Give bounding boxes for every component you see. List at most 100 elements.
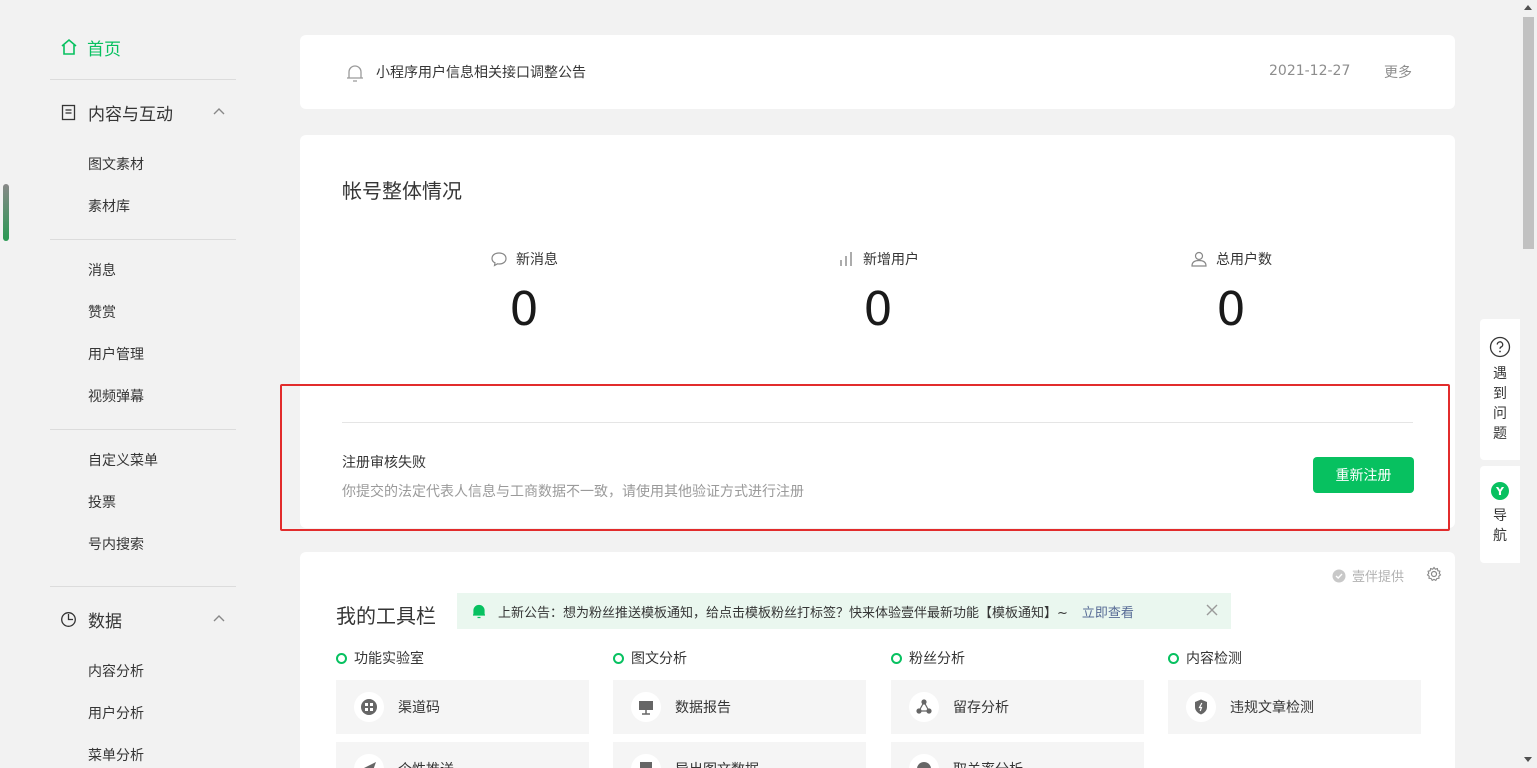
home-icon [61,38,77,55]
sidebar: 首页 内容与互动 图文素材 素材库 消息 赞赏 用户管理 视频弹幕 自定义菜单 … [0,0,250,768]
sidebar-scroll-indicator[interactable] [3,184,9,241]
stat-new-users[interactable]: 新增用户 0 [778,249,978,337]
notice-date: 2021-12-27 [1269,63,1351,79]
tool-item-export-data[interactable]: 导出图文数据 [613,742,866,768]
help-label: 遇到问题 [1493,366,1507,442]
navigation-icon: Y [1491,482,1509,500]
chevron-up-icon[interactable] [212,612,226,626]
registration-status-desc: 你提交的法定代表人信息与工商数据不一致，请使用其他验证方式进行注册 [342,484,804,500]
tool-item-unfollow-rate[interactable]: 取关率分析 [891,742,1144,768]
bell-icon [473,604,485,619]
overview-divider [342,422,1413,423]
sidebar-item-search[interactable]: 号内搜索 [88,535,144,555]
close-icon[interactable] [1205,603,1219,617]
sidebar-divider [50,239,236,240]
stat-new-messages[interactable]: 新消息 0 [424,249,624,337]
message-bubble-icon [491,252,507,267]
tool-item-label: 取关率分析 [953,759,1023,768]
chevron-up-icon[interactable] [212,105,226,119]
shield-icon [1195,699,1207,715]
account-overview-card: 帐号整体情况 新消息 0 新增用户 0 总用户数 0 注册审核失败 你提交的法定… [300,135,1455,528]
sidebar-section-label: 内容与互动 [88,104,173,125]
stat-total-users[interactable]: 总用户数 0 [1131,249,1331,337]
pie-chart-icon [917,762,931,768]
help-float-button[interactable]: 遇到问题 [1480,319,1520,460]
check-circle-icon [1332,569,1346,582]
export-icon [640,762,652,768]
tool-item-retention[interactable]: 留存分析 [891,680,1144,734]
qrcode-icon [361,699,377,715]
tool-item-label: 个性推送 [398,759,454,768]
notice-more-link[interactable]: 更多 [1384,62,1412,82]
notice-card: 小程序用户信息相关接口调整公告 2021-12-27 更多 [300,35,1455,109]
sidebar-section-label: 数据 [88,611,122,632]
stat-label: 新消息 [516,252,558,268]
network-icon [916,699,932,714]
sidebar-item-vote[interactable]: 投票 [88,493,116,513]
sidebar-item-custom-menu[interactable]: 自定义菜单 [88,451,158,471]
sidebar-item-label: 首页 [87,39,121,60]
presentation-icon [639,701,653,715]
sidebar-item-messages[interactable]: 消息 [88,261,116,281]
scroll-down-arrow-icon[interactable] [1524,757,1532,762]
stat-value: 0 [509,282,539,336]
scrollbar-thumb[interactable] [1523,17,1534,249]
notice-title[interactable]: 小程序用户信息相关接口调整公告 [376,62,586,82]
sidebar-item-library[interactable]: 素材库 [88,197,130,217]
tool-item-personal-push[interactable]: 个性推送 [336,742,589,768]
tool-item-label: 违规文章检测 [1230,700,1314,716]
tool-column-fans-analysis: 粉丝分析 留存分析 取关率分析 [891,648,1144,768]
tool-item-channel-code[interactable]: 渠道码 [336,680,589,734]
page-scrollbar[interactable] [1520,0,1537,768]
re-register-button[interactable]: 重新注册 [1313,457,1414,493]
stat-value: 0 [863,282,893,336]
question-circle-icon [1489,336,1511,358]
sidebar-item-rewards[interactable]: 赞赏 [88,303,116,323]
document-icon [61,104,76,120]
sidebar-item-articles[interactable]: 图文素材 [88,155,144,175]
registration-status-title: 注册审核失败 [342,455,426,471]
provider-badge: 壹伴提供 [1332,566,1404,585]
sidebar-divider [50,429,236,430]
sidebar-item-menu-analysis[interactable]: 菜单分析 [88,746,144,766]
tool-column-content-check: 内容检测 违规文章检测 [1168,648,1421,734]
gear-icon[interactable] [1426,566,1442,582]
sidebar-item-danmaku[interactable]: 视频弹幕 [88,387,144,407]
toolbar-card: 壹伴提供 我的工具栏 上新公告：想为粉丝推送模板通知，给点击模板粉丝打标签？快来… [300,552,1455,768]
bar-chart-icon [840,252,852,266]
sidebar-divider [50,79,236,80]
tool-column-lab: 功能实验室 渠道码 个性推送 [336,648,589,768]
sidebar-item-content-analysis[interactable]: 内容分析 [88,662,144,682]
user-icon [1191,251,1207,267]
tool-item-violation-check[interactable]: 违规文章检测 [1168,680,1421,734]
stat-label: 新增用户 [863,252,919,268]
pie-chart-icon [61,611,76,627]
announcement-text: 上新公告：想为粉丝推送模板通知，给点击模板粉丝打标签？快来体验壹伴最新功能【模板… [498,605,1068,621]
tool-category: 粉丝分析 [891,648,1144,668]
overview-title: 帐号整体情况 [342,179,462,203]
tool-category: 内容检测 [1168,648,1421,668]
provider-label: 壹伴提供 [1352,570,1405,585]
tool-item-data-report[interactable]: 数据报告 [613,680,866,734]
toolbar-title: 我的工具栏 [336,604,436,628]
tool-item-label: 数据报告 [675,700,731,716]
nav-float-button[interactable]: Y 导航 [1480,466,1520,563]
announcement-link[interactable]: 立即查看 [1082,602,1134,621]
nav-label: 导航 [1493,508,1507,544]
announcement-banner: 上新公告：想为粉丝推送模板通知，给点击模板粉丝打标签？快来体验壹伴最新功能【模板… [457,593,1231,629]
send-icon [364,762,376,768]
sidebar-item-home[interactable]: 首页 [60,34,121,60]
sidebar-item-user-analysis[interactable]: 用户分析 [88,704,144,724]
tool-item-label: 导出图文数据 [675,759,759,768]
tool-category: 图文分析 [613,648,866,668]
tool-item-label: 渠道码 [398,700,440,716]
tool-item-label: 留存分析 [953,700,1009,716]
sidebar-item-users[interactable]: 用户管理 [88,345,144,365]
sidebar-section-content[interactable]: 内容与互动 [60,99,236,125]
stat-value: 0 [1216,282,1246,336]
tool-column-article-analysis: 图文分析 数据报告 导出图文数据 [613,648,866,768]
scroll-up-arrow-icon[interactable] [1524,5,1532,10]
tool-category: 功能实验室 [336,648,589,668]
sidebar-section-data[interactable]: 数据 [60,606,236,632]
sidebar-divider [50,586,236,587]
